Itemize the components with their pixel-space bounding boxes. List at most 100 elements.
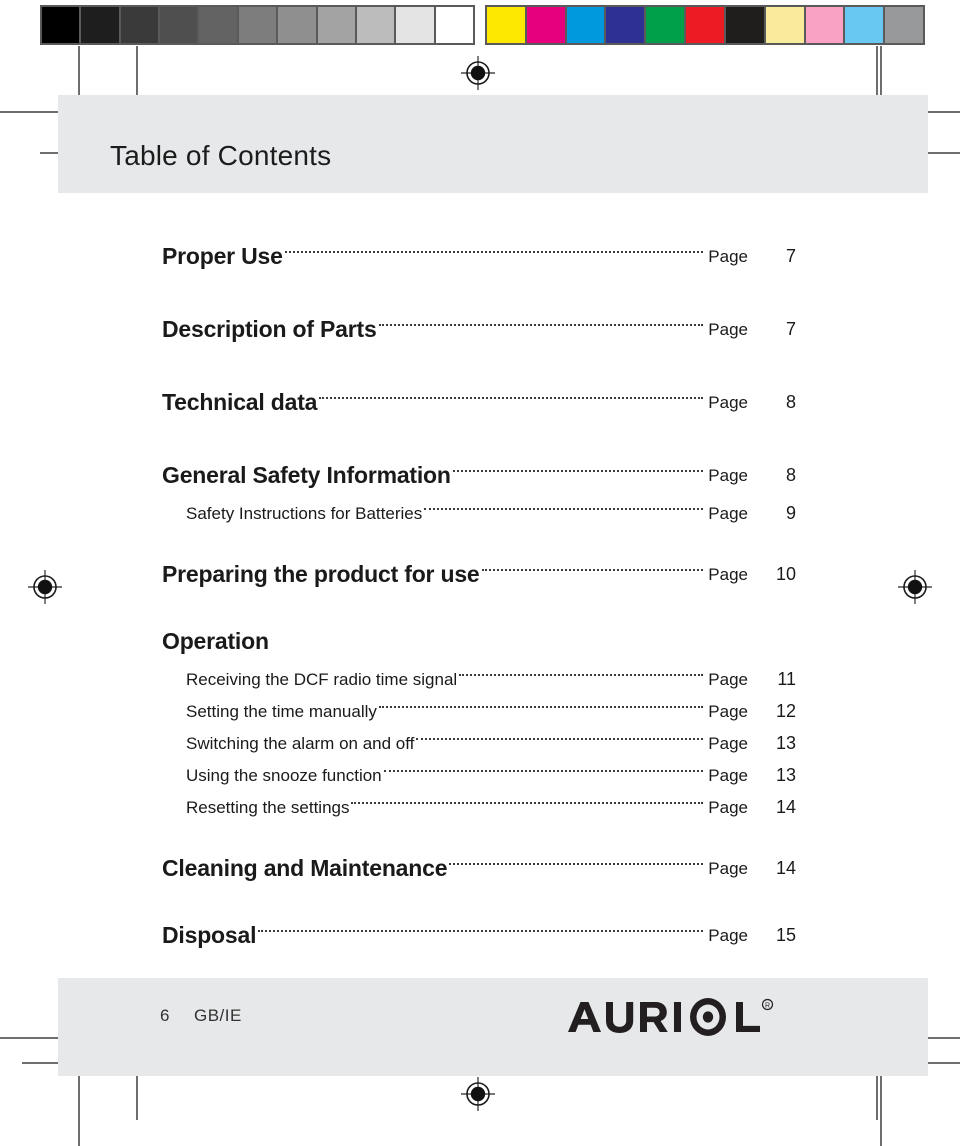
toc-entry-page-word: Page [708, 319, 748, 339]
color-swatch-2 [566, 7, 607, 43]
toc-entry-page-word: Page [708, 701, 748, 721]
gray-swatch-5 [238, 7, 279, 43]
toc-entry[interactable]: Resetting the settings Page 14 [0, 793, 960, 821]
toc-entry-label: Receiving the DCF radio time signal [186, 669, 458, 689]
toc-entry-label: Preparing the product for use [162, 560, 480, 587]
toc-entry-label: Setting the time manually [186, 701, 377, 721]
footer-language-code: GB/IE [194, 1006, 242, 1025]
toc-entry-page-word: Page [708, 564, 748, 584]
toc-entry-label: Resetting the settings [186, 797, 350, 817]
color-swatch-4 [646, 7, 687, 43]
toc-entry-page-number: 11 [777, 669, 796, 689]
color-swatch-1 [526, 7, 567, 43]
toc-entry-leader-dots [452, 470, 704, 472]
toc-entry[interactable]: Disposal Page 15 [0, 915, 960, 955]
toc-entry-leader-dots [284, 251, 704, 253]
toc-spacer [0, 349, 960, 382]
toc-spacer [0, 422, 960, 455]
toc-entry-page-word: Page [708, 503, 748, 523]
toc-entry-leader-dots [481, 569, 704, 571]
toc-entry-page-number: 14 [775, 858, 796, 878]
toc-entry-leader-dots [258, 930, 704, 932]
toc-entry-label: Operation [162, 627, 269, 654]
toc-entry[interactable]: Cleaning and Maintenance Page 14 [0, 848, 960, 888]
color-swatch-9 [845, 7, 886, 43]
toc-entry[interactable]: Technical data Page 8 [0, 382, 960, 422]
toc-entry-page-number: 12 [775, 701, 796, 721]
color-swatch-0 [487, 7, 527, 43]
color-swatch-6 [725, 7, 766, 43]
toc-entry-label: Using the snooze function [186, 765, 382, 785]
toc-entry[interactable]: Using the snooze function Page 13 [0, 761, 960, 789]
page-title: Table of Contents [110, 140, 332, 171]
toc-entry-page-word: Page [708, 765, 748, 785]
toc-entry-page-number: 14 [775, 797, 796, 817]
toc-entry-page-word: Page [708, 465, 748, 485]
color-swatch-3 [606, 7, 647, 43]
toc-entry[interactable]: General Safety Information Page 8 [0, 455, 960, 495]
toc-entry[interactable]: Description of Parts Page 7 [0, 309, 960, 349]
gray-swatch-9 [396, 7, 436, 43]
gray-swatch-6 [278, 7, 318, 43]
toc-entry-label: Safety Instructions for Batteries [186, 503, 423, 523]
registration-target-top [461, 56, 495, 90]
grayscale-swatch-strip [40, 5, 475, 45]
gray-swatch-7 [317, 7, 357, 43]
gray-swatch-0 [42, 7, 82, 43]
toc-entry-page-number: 15 [775, 925, 796, 945]
toc-entry-leader-dots [378, 706, 704, 708]
toc-entry-page-word: Page [708, 858, 748, 878]
toc-entry[interactable]: Receiving the DCF radio time signal Page 1… [0, 665, 960, 693]
toc-entry-leader-dots [424, 508, 704, 510]
toc-entry[interactable]: Setting the time manually Page 12 [0, 697, 960, 725]
color-swatch-8 [805, 7, 846, 43]
toc-entry-label: Description of Parts [162, 315, 377, 342]
toc-entry[interactable]: Proper Use Page 7 [0, 236, 960, 276]
toc-entry-page-number: 13 [775, 733, 796, 753]
toc-entry-leader-dots [416, 738, 704, 740]
toc-entry-label: Cleaning and Maintenance [162, 854, 448, 881]
color-swatch-5 [686, 7, 726, 43]
toc-entry-leader-dots [383, 770, 704, 772]
toc-entry-label: General Safety Information [162, 461, 451, 488]
toc-entry[interactable]: Safety Instructions for Batteries Page 9 [0, 499, 960, 527]
toc-entry-leader-dots [378, 324, 704, 326]
toc-entry-page-word: Page [708, 797, 748, 817]
table-of-contents-list: Proper Use Page 7 Description of Parts Page 7… [0, 236, 960, 1054]
toc-entry-page-word: Page [708, 246, 748, 266]
toc-entry[interactable]: Switching the alarm on and off Page 13 [0, 729, 960, 757]
gray-swatch-10 [435, 7, 473, 43]
toc-entry-label: Proper Use [162, 242, 283, 269]
toc-entry-leader-dots [449, 863, 704, 865]
toc-entry-page-number: 8 [785, 465, 796, 485]
color-swatch-10 [885, 7, 923, 43]
gray-swatch-3 [160, 7, 200, 43]
toc-entry-leader-dots [459, 674, 704, 676]
toc-entry-label: Technical data [162, 388, 318, 415]
toc-entry-page-number: 8 [785, 392, 796, 412]
toc-spacer [0, 276, 960, 309]
print-calibration-bars [40, 5, 925, 45]
toc-entry-leader-dots [351, 802, 704, 804]
toc-entry-page-word: Page [708, 392, 748, 412]
toc-entry-page-number: 10 [775, 564, 796, 584]
gray-swatch-2 [120, 7, 161, 43]
auriol-brand-logo: R [566, 998, 798, 1038]
toc-entry-label: Switching the alarm on and off [186, 733, 415, 753]
toc-entry-label: Disposal [162, 921, 257, 948]
toc-spacer [0, 527, 960, 554]
color-swatch-strip [485, 5, 925, 45]
toc-entry-page-number: 13 [775, 765, 796, 785]
toc-entry-page-number: 7 [785, 246, 796, 266]
toc-entry-page-number: 9 [785, 503, 796, 523]
toc-entry[interactable]: Preparing the product for use Page 10 [0, 554, 960, 594]
toc-spacer [0, 888, 960, 915]
toc-entry[interactable]: Operation [0, 621, 960, 661]
color-swatch-7 [765, 7, 806, 43]
toc-entry-leader-dots [319, 397, 704, 399]
gray-swatch-8 [356, 7, 397, 43]
toc-entry-page-word: Page [708, 669, 748, 689]
svg-text:R: R [765, 1002, 770, 1009]
toc-entry-page-word: Page [708, 925, 748, 945]
toc-spacer [0, 594, 960, 621]
